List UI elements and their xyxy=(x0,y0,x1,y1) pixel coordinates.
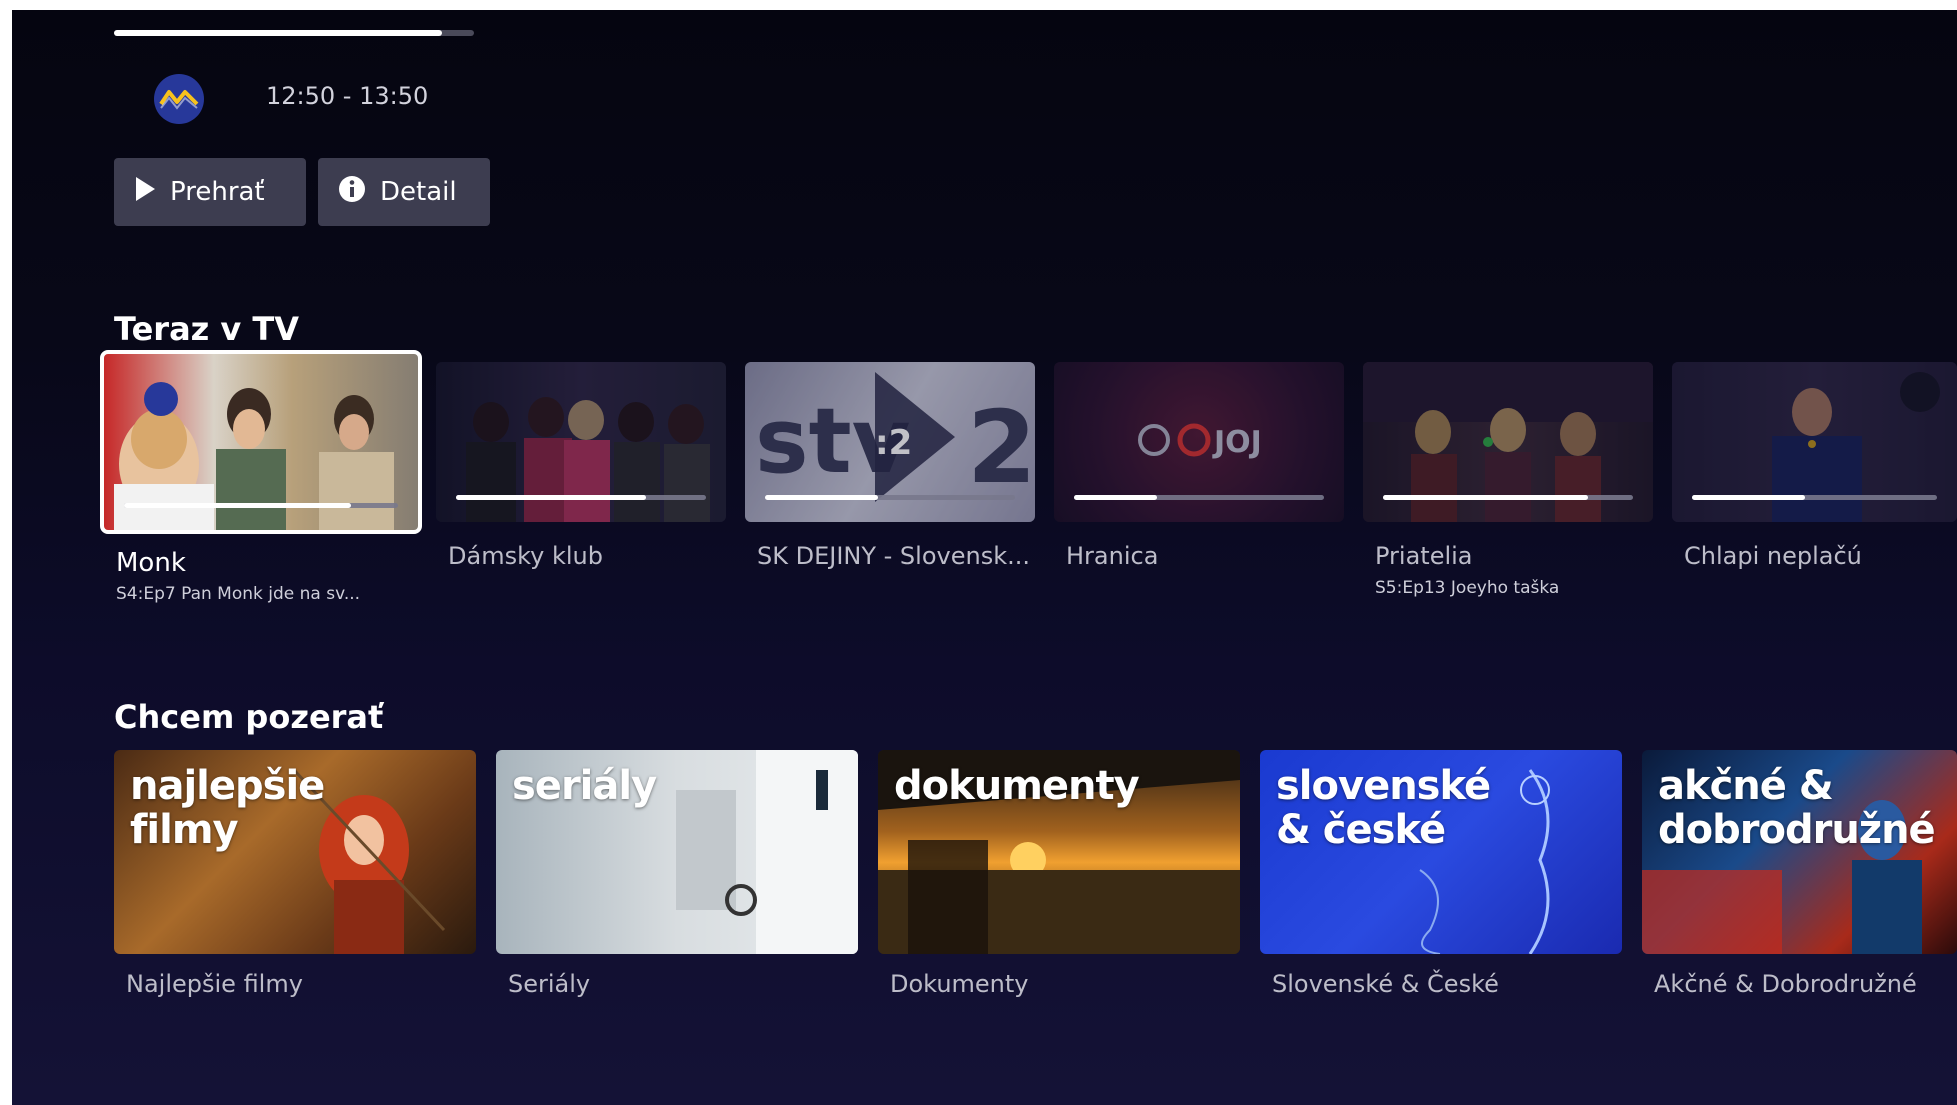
channel-watermark-icon xyxy=(144,382,178,416)
tv-card-progress xyxy=(765,495,1015,500)
genre-card-best-movies[interactable]: najlepšie filmy xyxy=(114,750,476,954)
genre-overlay-text: slovenské & české xyxy=(1276,763,1491,853)
channel-logo-icon xyxy=(154,74,204,124)
info-icon xyxy=(338,175,366,210)
genre-card-action-adventure[interactable]: akčné & dobrodružné xyxy=(1642,750,1957,954)
program-time-range: 12:50 - 13:50 xyxy=(266,82,429,110)
genre-label: Najlepšie filmy xyxy=(126,970,303,998)
tv-card-progress xyxy=(1074,495,1324,500)
genre-label: Akčné & Dobrodružné xyxy=(1654,970,1917,998)
tv-card-progress-fill xyxy=(124,503,352,508)
tv-card-subtitle: S5:Ep13 Joeyho taška xyxy=(1375,578,1560,598)
genre-label: Seriály xyxy=(508,970,591,998)
tv-card-progress-fill xyxy=(1074,495,1157,500)
tv-home-screen: 12:50 - 13:50 Prehrať Detail Teraz v TV xyxy=(12,10,1957,1105)
genre-card-documentaries[interactable]: dokumenty xyxy=(878,750,1240,954)
play-button-label: Prehrať xyxy=(170,177,265,207)
genre-card-series[interactable]: seriály xyxy=(496,750,858,954)
section-title-now-on-tv: Teraz v TV xyxy=(114,310,300,348)
genre-overlay-text: najlepšie filmy xyxy=(130,763,325,853)
detail-button[interactable]: Detail xyxy=(318,158,490,226)
tv-card-sk-dejiny[interactable]: stv :2 2 xyxy=(745,362,1035,522)
play-button[interactable]: Prehrať xyxy=(114,158,306,226)
tv-card-progress xyxy=(124,503,398,508)
genre-label: Dokumenty xyxy=(890,970,1029,998)
tv-card-title: SK DEJINY - Slovensk... xyxy=(757,542,1030,570)
tv-card-monk[interactable] xyxy=(100,350,422,534)
genre-overlay-text: dokumenty xyxy=(894,763,1140,809)
tv-card-progress-fill xyxy=(1383,495,1588,500)
tv-card-hranica[interactable]: JOJ xyxy=(1054,362,1344,522)
tv-card-priatelia[interactable] xyxy=(1363,362,1653,522)
tv-card-title: Priatelia xyxy=(1375,542,1473,570)
genre-label: Slovenské & České xyxy=(1272,970,1499,998)
tv-card-progress-fill xyxy=(456,495,646,500)
genre-card-slovak-czech[interactable]: slovenské & české xyxy=(1260,750,1622,954)
hero-progress-bar xyxy=(114,30,474,36)
tv-card-title: Monk xyxy=(116,548,186,578)
genre-overlay-text: seriály xyxy=(512,763,657,809)
tv-card-progress xyxy=(1692,495,1937,500)
play-icon xyxy=(134,176,156,209)
tv-card-subtitle: S4:Ep7 Pan Monk jde na sv... xyxy=(116,584,361,604)
tv-card-title: Chlapi neplačú xyxy=(1684,542,1862,570)
tv-card-progress xyxy=(456,495,706,500)
detail-button-label: Detail xyxy=(380,177,457,207)
tv-card-chlapi-neplacu[interactable] xyxy=(1672,362,1957,522)
genre-overlay-text: akčné & dobrodružné xyxy=(1658,763,1936,853)
tv-card-damsky-klub[interactable] xyxy=(436,362,726,522)
tv-card-progress xyxy=(1383,495,1633,500)
tv-card-progress-fill xyxy=(1692,495,1805,500)
tv-card-title: Hranica xyxy=(1066,542,1159,570)
hero-progress-fill xyxy=(114,30,442,36)
tv-card-title: Dámsky klub xyxy=(448,542,603,570)
tv-card-progress-fill xyxy=(765,495,878,500)
section-title-want-to-watch: Chcem pozerať xyxy=(114,698,384,736)
